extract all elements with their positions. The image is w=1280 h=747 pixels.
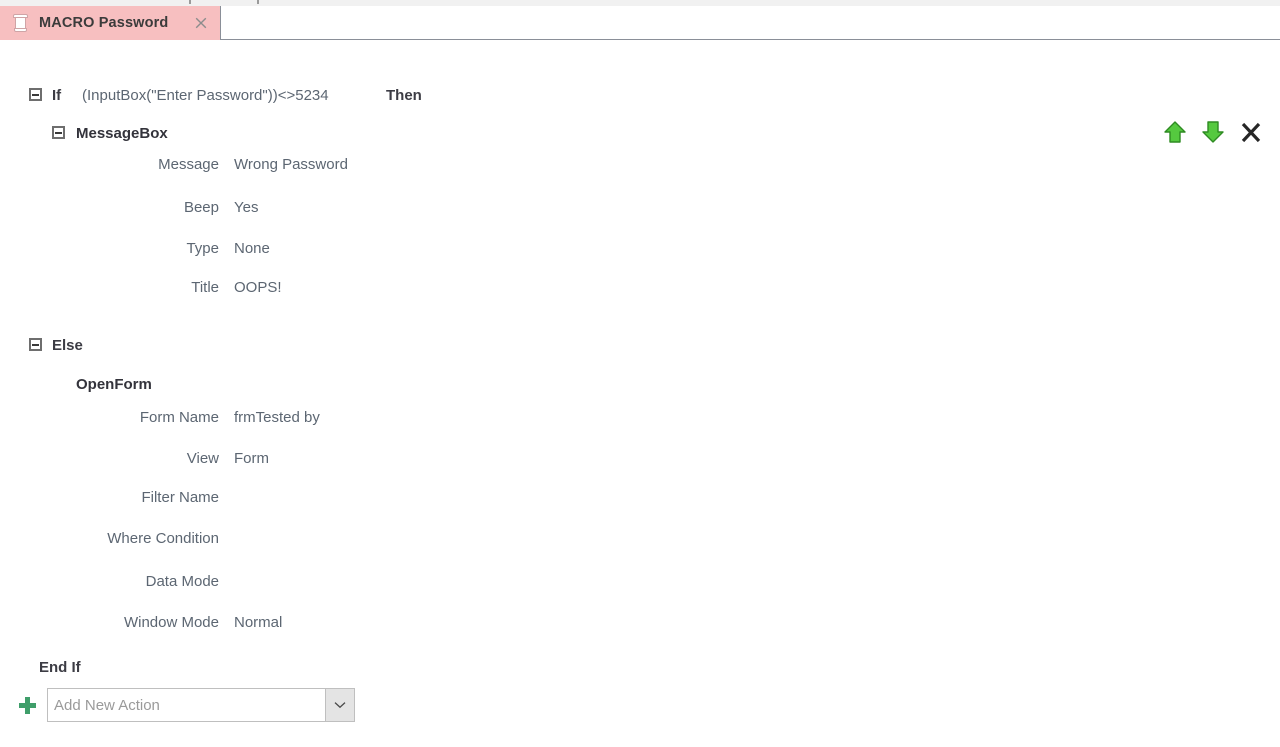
add-new-action-bar [0, 685, 355, 725]
arg-value-title[interactable]: OOPS! [234, 279, 282, 296]
else-keyword: Else [52, 336, 83, 354]
add-new-action-input[interactable] [48, 689, 325, 721]
arg-value-message[interactable]: Wrong Password [234, 156, 348, 173]
add-new-action-combobox[interactable] [47, 688, 355, 722]
macro-row-end-if: End If [0, 654, 1280, 680]
arg-label-view: View [186, 449, 219, 467]
macro-design-surface: If (InputBox("Enter Password"))<>5234 Th… [0, 40, 1280, 747]
macro-block-openform: OpenForm [0, 371, 1280, 397]
macro-scroll-icon [13, 14, 28, 32]
argument-row-title: Title OOPS! [0, 274, 1280, 300]
arg-label-title: Title [191, 278, 219, 296]
macro-row-else: Else [0, 332, 1280, 358]
arg-label-beep: Beep [183, 198, 219, 216]
argument-row-beep: Beep Yes [0, 194, 1280, 220]
arg-value-type[interactable]: None [234, 240, 270, 257]
arg-label-data-mode: Data Mode [145, 572, 219, 590]
macro-block-messagebox: MessageBox [0, 120, 1280, 146]
arg-label-message: Message [158, 155, 219, 173]
argument-row-view: View Form [0, 445, 1280, 471]
arg-label-filter-name: Filter Name [141, 488, 219, 506]
messagebox-name[interactable]: MessageBox [76, 125, 168, 142]
tab-label: MACRO Password [39, 15, 169, 31]
collapse-toggle-else[interactable] [29, 338, 42, 351]
if-keyword: If [52, 86, 62, 104]
argument-row-type: Type None [0, 235, 1280, 261]
openform-name[interactable]: OpenForm [76, 376, 152, 393]
arg-label-type: Type [186, 239, 219, 257]
end-if-keyword: End If [39, 658, 81, 676]
argument-row-window-mode: Window Mode Normal [0, 609, 1280, 635]
collapse-toggle-if[interactable] [29, 88, 42, 101]
argument-row-data-mode: Data Mode [0, 568, 1280, 594]
argument-row-filter-name: Filter Name [0, 484, 1280, 510]
then-keyword: Then [386, 86, 422, 104]
argument-row-form-name: Form Name frmTested by [0, 404, 1280, 430]
ribbon-tick [257, 0, 259, 4]
arg-value-window-mode[interactable]: Normal [234, 614, 282, 631]
argument-row-where-condition: Where Condition [0, 525, 1280, 551]
chevron-down-icon[interactable] [325, 689, 354, 721]
tab-macro-password[interactable]: MACRO Password [0, 6, 221, 40]
argument-row-message: Message Wrong Password [0, 151, 1280, 177]
if-condition[interactable]: (InputBox("Enter Password"))<>5234 [82, 87, 329, 104]
arg-label-form-name: Form Name [139, 408, 219, 426]
arg-label-where-condition: Where Condition [107, 529, 219, 547]
close-icon[interactable] [193, 15, 209, 31]
macro-row-if: If (InputBox("Enter Password"))<>5234 Th… [0, 82, 1280, 108]
arg-value-form-name[interactable]: frmTested by [234, 409, 320, 426]
arg-value-view[interactable]: Form [234, 450, 269, 467]
arg-label-window-mode: Window Mode [123, 613, 219, 631]
collapse-toggle-messagebox[interactable] [52, 126, 65, 139]
document-tab-bar: MACRO Password [0, 6, 1280, 41]
arg-value-beep[interactable]: Yes [234, 199, 258, 216]
plus-icon[interactable] [19, 696, 36, 714]
ribbon-tick [189, 0, 191, 4]
